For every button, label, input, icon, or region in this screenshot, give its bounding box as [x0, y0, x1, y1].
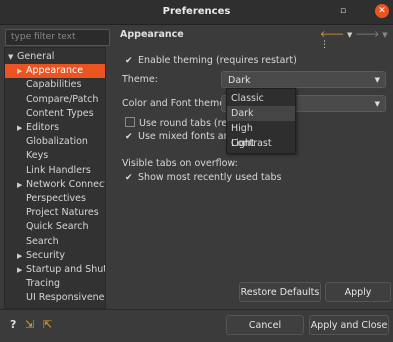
export-icon[interactable]: ⇱ — [43, 318, 52, 331]
tree-item-label: UI Responsiveness — [26, 292, 106, 304]
filter-input[interactable]: type filter text — [5, 29, 110, 46]
tree-item[interactable]: UI Responsiveness — [5, 291, 105, 305]
tree-item-label: Appearance — [26, 65, 84, 77]
tree-item-label: Quick Search — [26, 221, 89, 233]
tree-item-label: General — [17, 51, 55, 62]
tree-item[interactable]: ▶ Editors — [5, 121, 105, 135]
tree-item[interactable]: Link Handlers — [5, 164, 105, 178]
import-icon[interactable]: ⇲ — [25, 318, 34, 331]
minimize-icon[interactable]: ▫ — [336, 4, 350, 18]
chevron-down-icon: ▼ — [374, 100, 380, 108]
tree-item-label: Tracing — [26, 278, 61, 290]
page-title: Appearance — [120, 29, 184, 40]
tree-item[interactable]: Perspectives — [5, 192, 105, 206]
theme-option-high-contrast[interactable]: High Contrast — [227, 121, 295, 149]
theme-label: Theme: — [122, 74, 158, 85]
theme-option-light[interactable]: Light — [227, 136, 295, 151]
check-icon: ✔ — [125, 132, 133, 142]
tree-item-label: Keys — [26, 150, 49, 162]
show-recent-tabs-label: Show most recently used tabs — [138, 172, 282, 183]
tree-item[interactable]: Keys — [5, 149, 105, 163]
tree-item-label: Network Connectio — [26, 178, 105, 190]
collapsed-chevron-icon[interactable]: ▶ — [17, 263, 26, 277]
menu-icon[interactable]: ⋮ — [320, 40, 329, 50]
tree-item[interactable]: ▶ Appearance — [5, 64, 105, 79]
tree-item-label: Startup and Shutdo — [26, 264, 105, 275]
tree-item[interactable]: Content Types — [5, 107, 105, 121]
apply-and-close-button[interactable]: Apply and Close — [309, 315, 389, 335]
theme-option-dark[interactable]: Dark — [227, 106, 295, 121]
back-arrow-icon[interactable]: 🡐 — [320, 30, 344, 40]
tree-item[interactable]: ▶ Security — [5, 249, 105, 263]
enable-theming-checkbox[interactable]: ✔ Enable theming (requires restart) — [125, 55, 297, 66]
tree-item-label: Content Types — [26, 107, 94, 119]
tree-item[interactable]: ▶Network Connectio — [5, 178, 105, 192]
tree-item-label: Compare/Patch — [26, 93, 99, 105]
chevron-down-icon: ▼ — [374, 76, 380, 84]
tree-item[interactable]: Project Natures — [5, 206, 105, 220]
check-icon: ✔ — [125, 56, 133, 66]
round-tabs-checkbox[interactable]: Use round tabs (requi — [125, 117, 242, 129]
tree-item[interactable]: Compare/Patch — [5, 93, 105, 107]
theme-dropdown-list: Classic Dark High Contrast Light — [226, 88, 296, 154]
cancel-button[interactable]: Cancel — [226, 315, 304, 335]
forward-dropdown-icon[interactable]: ▼ — [382, 31, 387, 39]
tree-item[interactable]: ▼ General — [5, 50, 105, 64]
tree-item[interactable]: Quick Search — [5, 220, 105, 234]
tree-item[interactable]: Capabilities — [5, 78, 105, 92]
color-font-label: Color and Font theme: — [122, 98, 229, 109]
tree-item-label: Globalization — [26, 136, 88, 148]
tree-item-label: Perspectives — [26, 193, 86, 204]
close-icon[interactable]: ✕ — [375, 4, 389, 18]
window-title: Preferences — [162, 6, 231, 17]
theme-option-classic[interactable]: Classic — [227, 91, 295, 106]
enable-theming-label: Enable theming (requires restart) — [138, 55, 297, 66]
footer-divider — [0, 309, 393, 310]
expanded-chevron-icon[interactable]: ▼ — [8, 50, 17, 64]
forward-arrow-icon[interactable]: 🡒 — [355, 30, 379, 40]
collapsed-chevron-icon[interactable]: ▶ — [17, 121, 26, 135]
back-dropdown-icon[interactable]: ▼ — [347, 31, 352, 39]
unchecked-box-icon — [125, 117, 135, 127]
check-icon: ✔ — [125, 173, 133, 183]
theme-select[interactable]: Dark ▼ — [221, 71, 386, 88]
collapsed-chevron-icon[interactable]: ▶ — [17, 249, 26, 263]
tree-item-label: Capabilities — [26, 79, 82, 91]
tree-item-label: Editors — [26, 122, 60, 133]
navigation-controls: 🡐 ▼ 🡒 ▼ ⋮ — [320, 29, 393, 50]
collapsed-chevron-icon[interactable]: ▶ — [17, 178, 26, 192]
tree-item[interactable]: Search — [5, 235, 105, 249]
title-bar: Preferences ▫ ✕ — [0, 0, 393, 25]
tree-item[interactable]: ▶Startup and Shutdo — [5, 263, 105, 277]
tree-item[interactable]: Globalization — [5, 135, 105, 149]
restore-defaults-button[interactable]: Restore Defaults — [239, 282, 321, 302]
help-icon[interactable]: ? — [10, 318, 16, 331]
visible-tabs-label: Visible tabs on overflow: — [122, 158, 238, 169]
theme-select-value: Dark — [228, 75, 251, 86]
tree-item-label: Security — [26, 249, 66, 261]
apply-button[interactable]: Apply — [325, 282, 391, 302]
collapsed-chevron-icon[interactable]: ▶ — [17, 64, 26, 78]
tree-item[interactable]: Tracing — [5, 277, 105, 291]
tree-item-label: Project Natures — [26, 207, 99, 219]
tree-item-label: Link Handlers — [26, 164, 91, 176]
preferences-tree[interactable]: ▼ General ▶ Appearance Capabilities Compare/P… — [4, 47, 106, 309]
show-recent-tabs-checkbox[interactable]: ✔ Show most recently used tabs — [125, 172, 281, 183]
tree-item-label: Search — [26, 235, 59, 247]
